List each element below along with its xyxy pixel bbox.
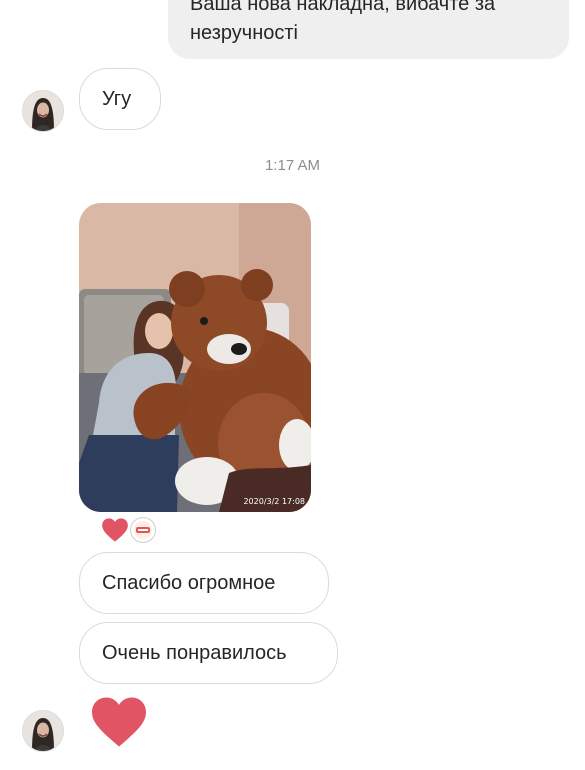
sticker-icon[interactable] (130, 517, 156, 543)
sender-avatar[interactable] (22, 710, 64, 752)
photo-date-stamp: 2020/3/2 17:08 (243, 497, 305, 506)
avatar-image (23, 711, 63, 751)
outgoing-message-bubble[interactable]: Ваша нова накладна, вибачте за незручнос… (168, 0, 569, 59)
sender-avatar[interactable] (22, 90, 64, 132)
outgoing-message-text: Ваша нова накладна, вибачте за незручнос… (190, 0, 496, 44)
incoming-message-text: Спасибо огромное (102, 571, 276, 594)
incoming-message-bubble[interactable]: Очень понравилось (79, 622, 338, 684)
incoming-message-text: Очень понравилось (102, 641, 287, 664)
message-timestamp: 1:17 AM (264, 157, 321, 174)
incoming-message-bubble[interactable]: Угу (79, 68, 161, 130)
heart-icon[interactable] (101, 517, 129, 543)
incoming-message-bubble[interactable]: Спасибо огромное (79, 552, 329, 614)
avatar-image (23, 91, 63, 131)
heart-icon[interactable] (88, 695, 150, 749)
photo-image (79, 203, 311, 512)
incoming-message-text: Угу (102, 87, 132, 110)
sticker-glyph (134, 521, 152, 539)
photo-message[interactable]: 2020/3/2 17:08 (79, 203, 311, 512)
